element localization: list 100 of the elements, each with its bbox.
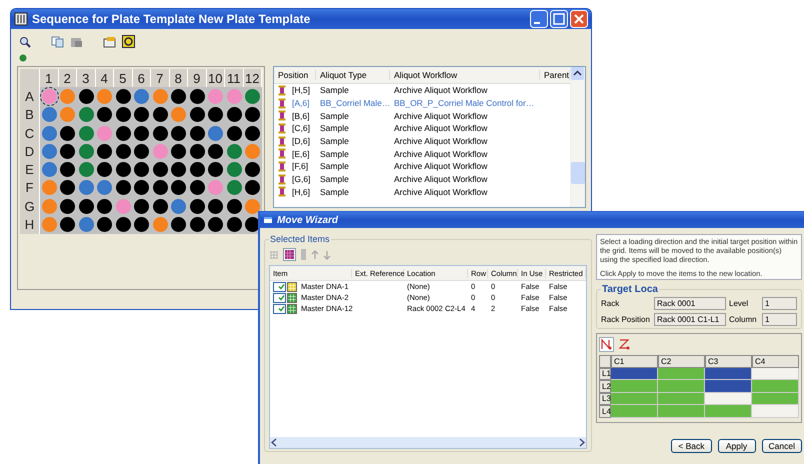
well[interactable] [116, 88, 131, 104]
well[interactable] [208, 162, 224, 178]
well[interactable] [134, 144, 150, 159]
well[interactable] [171, 162, 186, 178]
rack-position[interactable] [752, 368, 799, 380]
well[interactable] [152, 198, 168, 214]
well[interactable] [245, 162, 260, 178]
well[interactable] [190, 162, 205, 178]
rack-position[interactable] [705, 368, 752, 380]
well[interactable] [208, 198, 224, 214]
wizard-button[interactable]: Apply [718, 438, 756, 452]
column-header[interactable]: Aliquot Type [316, 70, 390, 80]
well[interactable] [226, 198, 242, 214]
zoom-icon[interactable] [19, 36, 31, 48]
well[interactable] [171, 217, 186, 232]
well[interactable] [152, 107, 168, 122]
copy-icon[interactable] [51, 36, 64, 48]
row-header: E [20, 160, 40, 179]
well[interactable] [190, 126, 205, 141]
maximize-icon[interactable] [550, 10, 568, 28]
type-cell-text: Sample [319, 186, 350, 197]
plate-icon[interactable] [283, 248, 296, 261]
checkbox[interactable] [273, 292, 286, 302]
column-header: 3 [77, 69, 96, 88]
well[interactable] [226, 217, 242, 232]
well[interactable] [116, 162, 131, 178]
well[interactable] [60, 198, 76, 214]
column-header: C1 [611, 355, 658, 368]
well[interactable] [116, 180, 131, 196]
well[interactable] [208, 217, 224, 232]
well[interactable] [97, 144, 112, 159]
window-title: Move Wizard [277, 214, 340, 226]
well[interactable] [60, 162, 76, 178]
well[interactable] [60, 144, 76, 159]
scrollbar[interactable] [570, 67, 586, 207]
well[interactable] [171, 180, 186, 196]
row-header: D [20, 142, 40, 160]
wizard-button[interactable]: < Back [671, 438, 712, 452]
well[interactable] [134, 198, 150, 214]
scroll-right-icon[interactable] [578, 438, 586, 447]
well[interactable] [60, 126, 76, 141]
well[interactable] [190, 88, 205, 104]
checkbox[interactable] [273, 304, 286, 314]
well[interactable] [152, 162, 168, 178]
scroll-thumb[interactable] [571, 162, 586, 184]
well[interactable] [134, 180, 150, 196]
plate-icon [14, 12, 28, 26]
well[interactable] [42, 88, 57, 104]
horizontal-scrollbar[interactable] [270, 437, 586, 448]
well[interactable] [60, 180, 76, 196]
well[interactable] [171, 144, 186, 159]
wizard-button[interactable]: Cancel [762, 438, 802, 452]
well[interactable] [78, 198, 94, 214]
well[interactable] [97, 162, 112, 178]
rack-position[interactable] [705, 380, 752, 392]
row-header: A [20, 87, 40, 106]
well[interactable] [190, 217, 205, 232]
vertical-direction-icon[interactable] [599, 337, 614, 352]
well[interactable] [245, 180, 260, 196]
close-icon[interactable] [570, 10, 588, 28]
well[interactable] [116, 107, 131, 122]
well[interactable] [116, 217, 131, 232]
status-dot-icon [19, 54, 27, 62]
well[interactable] [97, 198, 112, 214]
well[interactable] [97, 107, 112, 122]
well[interactable] [60, 217, 76, 232]
well[interactable] [226, 126, 242, 141]
column-header[interactable]: Aliquot Workflow [390, 70, 540, 80]
well[interactable] [208, 107, 224, 122]
well[interactable] [245, 107, 260, 122]
well[interactable] [152, 126, 168, 141]
group-title: Target Loca [601, 284, 659, 295]
well[interactable] [190, 180, 205, 196]
column-header: 12 [244, 69, 262, 88]
well[interactable] [245, 126, 260, 141]
well[interactable] [208, 144, 224, 159]
checkbox[interactable] [273, 282, 286, 292]
well[interactable] [190, 107, 205, 122]
scroll-left-icon[interactable] [270, 438, 278, 447]
well[interactable] [171, 88, 186, 104]
column-header: 2 [58, 69, 77, 88]
zigzag-direction-icon[interactable] [617, 337, 632, 352]
column-header[interactable]: Position [274, 70, 316, 80]
well[interactable] [171, 126, 186, 141]
well[interactable] [134, 107, 150, 122]
well[interactable] [134, 126, 150, 141]
well[interactable] [190, 198, 205, 214]
well[interactable] [134, 217, 150, 232]
well[interactable] [134, 162, 150, 178]
minimize-icon[interactable] [530, 10, 548, 28]
rack-position[interactable] [611, 368, 658, 380]
well[interactable] [97, 217, 112, 232]
well[interactable] [116, 144, 131, 159]
well[interactable] [116, 126, 131, 141]
well[interactable] [152, 180, 168, 196]
well[interactable] [78, 88, 94, 104]
scroll-up-icon[interactable] [571, 67, 584, 80]
well[interactable] [190, 144, 205, 159]
column-header: C3 [705, 355, 752, 368]
well[interactable] [226, 107, 242, 122]
